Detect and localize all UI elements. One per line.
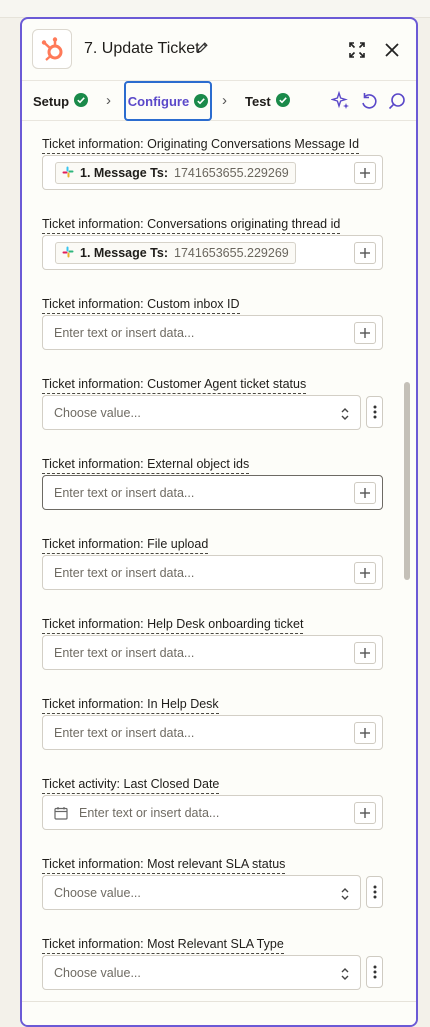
select-dropdown[interactable]: Choose value... xyxy=(42,955,361,990)
insert-data-button[interactable] xyxy=(354,722,376,744)
field-label: Ticket information: Conversations origin… xyxy=(42,217,341,234)
input-placeholder: Enter text or insert data... xyxy=(54,486,195,500)
insert-data-button[interactable] xyxy=(354,802,376,824)
step-editor-panel: 7. Update Ticket Setup › Configure › Tes… xyxy=(20,17,418,1027)
field-custom-inbox-id: Ticket information: Custom inbox ID Ente… xyxy=(42,295,384,350)
panel-footer xyxy=(22,1001,416,1025)
step-tabs: Setup › Configure › Test xyxy=(22,81,416,121)
tab-setup[interactable]: Setup xyxy=(33,89,89,113)
more-options-button[interactable] xyxy=(366,876,383,908)
field-file-upload: Ticket information: File upload Enter te… xyxy=(42,535,384,590)
field-label: Ticket information: File upload xyxy=(42,537,209,554)
edit-title-pencil-icon[interactable] xyxy=(196,41,209,59)
field-label: Ticket information: Most Relevant SLA Ty… xyxy=(42,937,284,954)
select-dropdown[interactable]: Choose value... xyxy=(42,875,361,910)
data-pill[interactable]: 1. Message Ts: 1741653655.229269 xyxy=(55,162,296,184)
hubspot-logo-icon xyxy=(32,29,72,69)
expand-icon[interactable] xyxy=(346,39,368,61)
select-placeholder: Choose value... xyxy=(54,406,141,420)
tab-configure[interactable]: Configure xyxy=(124,81,212,121)
mapped-input[interactable]: 1. Message Ts: 1741653655.229269 xyxy=(42,235,383,270)
calendar-icon xyxy=(54,806,68,825)
scrollbar-thumb[interactable] xyxy=(404,382,410,580)
slack-icon xyxy=(62,246,74,261)
field-sla-status: Ticket information: Most relevant SLA st… xyxy=(42,855,384,910)
field-originating-thread-id: Ticket information: Conversations origin… xyxy=(42,215,384,270)
insert-data-button[interactable] xyxy=(354,162,376,184)
undo-icon[interactable] xyxy=(359,91,379,116)
input-placeholder: Enter text or insert data... xyxy=(54,646,195,660)
text-input[interactable]: Enter text or insert data... xyxy=(42,555,383,590)
pill-source-value: 1741653655.229269 xyxy=(174,246,289,260)
text-input[interactable]: Enter text or insert data... xyxy=(42,635,383,670)
input-placeholder: Enter text or insert data... xyxy=(54,566,195,580)
more-options-button[interactable] xyxy=(366,956,383,988)
chevron-right-icon: › xyxy=(222,92,227,109)
slack-icon xyxy=(62,166,74,181)
input-placeholder: Enter text or insert data... xyxy=(54,726,195,740)
chevron-up-down-icon xyxy=(340,887,350,906)
field-label: Ticket information: In Help Desk xyxy=(42,697,219,714)
tab-test[interactable]: Test xyxy=(245,89,290,113)
more-options-button[interactable] xyxy=(366,396,383,428)
check-circle-icon xyxy=(194,94,209,108)
insert-data-button[interactable] xyxy=(354,482,376,504)
field-originating-message-id: Ticket information: Originating Conversa… xyxy=(42,135,384,190)
input-placeholder: Enter text or insert data... xyxy=(54,326,195,340)
field-last-closed-date: Ticket activity: Last Closed Date Enter … xyxy=(42,775,384,830)
pill-source-value: 1741653655.229269 xyxy=(174,166,289,180)
field-label: Ticket information: Custom inbox ID xyxy=(42,297,240,314)
mapped-input[interactable]: 1. Message Ts: 1741653655.229269 xyxy=(42,155,383,190)
pill-source-label: 1. Message Ts: xyxy=(80,246,169,260)
data-pill[interactable]: 1. Message Ts: 1741653655.229269 xyxy=(55,242,296,264)
chevron-up-down-icon xyxy=(340,407,350,426)
field-customer-agent-status: Ticket information: Customer Agent ticke… xyxy=(42,375,384,430)
check-circle-icon xyxy=(275,92,290,110)
tab-setup-label: Setup xyxy=(33,93,70,109)
field-label: Ticket information: Originating Conversa… xyxy=(42,137,360,154)
date-input[interactable]: Enter text or insert data... xyxy=(42,795,383,830)
pill-source-label: 1. Message Ts: xyxy=(80,166,169,180)
step-header: 7. Update Ticket xyxy=(22,19,416,81)
search-icon[interactable] xyxy=(387,91,407,116)
insert-data-button[interactable] xyxy=(354,242,376,264)
text-input[interactable]: Enter text or insert data... xyxy=(42,715,383,750)
chevron-up-down-icon xyxy=(340,967,350,986)
insert-data-button[interactable] xyxy=(354,562,376,584)
field-label: Ticket information: External object ids xyxy=(42,457,250,474)
insert-data-button[interactable] xyxy=(354,642,376,664)
field-external-object-ids: Ticket information: External object ids … xyxy=(42,455,384,510)
ai-sparkle-icon[interactable] xyxy=(330,90,351,116)
field-in-help-desk: Ticket information: In Help Desk Enter t… xyxy=(42,695,384,750)
close-icon[interactable] xyxy=(381,39,403,61)
tab-configure-label: Configure xyxy=(127,93,190,109)
field-help-desk-onboarding: Ticket information: Help Desk onboarding… xyxy=(42,615,384,670)
field-label: Ticket information: Customer Agent ticke… xyxy=(42,377,307,394)
select-placeholder: Choose value... xyxy=(54,966,141,980)
field-label: Ticket information: Most relevant SLA st… xyxy=(42,857,286,874)
text-input[interactable]: Enter text or insert data... xyxy=(42,315,383,350)
window-top-strip xyxy=(0,0,430,18)
tab-test-label: Test xyxy=(245,93,271,109)
chevron-right-icon: › xyxy=(106,92,111,109)
select-placeholder: Choose value... xyxy=(54,886,141,900)
insert-data-button[interactable] xyxy=(354,322,376,344)
input-placeholder: Enter text or insert data... xyxy=(79,806,220,820)
field-sla-type: Ticket information: Most Relevant SLA Ty… xyxy=(42,935,384,990)
select-dropdown[interactable]: Choose value... xyxy=(42,395,361,430)
text-input[interactable]: Enter text or insert data... xyxy=(42,475,383,510)
step-title[interactable]: 7. Update Ticket xyxy=(84,40,200,58)
field-label: Ticket information: Help Desk onboarding… xyxy=(42,617,304,634)
field-label: Ticket activity: Last Closed Date xyxy=(42,777,220,794)
check-circle-icon xyxy=(74,92,89,110)
